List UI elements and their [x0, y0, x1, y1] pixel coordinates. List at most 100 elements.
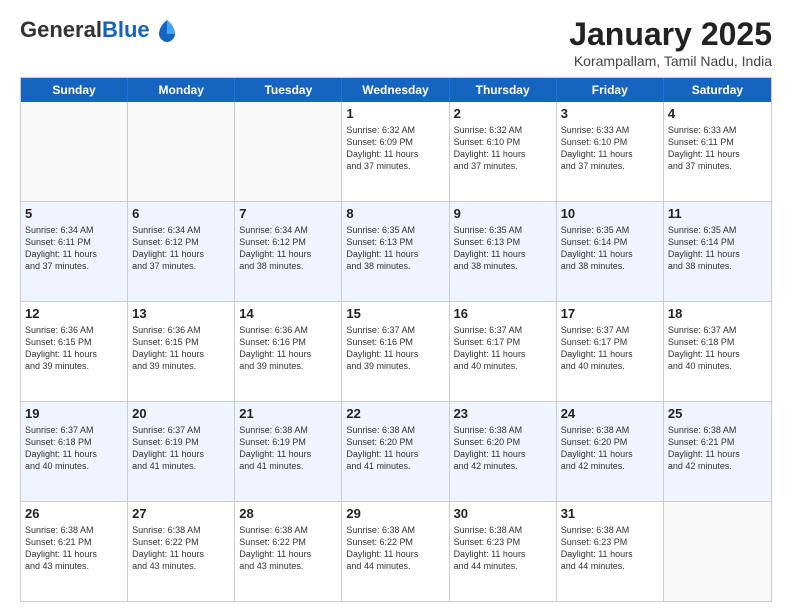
day-number: 8	[346, 205, 444, 223]
day-number: 12	[25, 305, 123, 323]
calendar-cell-day-25: 25Sunrise: 6:38 AMSunset: 6:21 PMDayligh…	[664, 402, 771, 501]
calendar-cell-day-13: 13Sunrise: 6:36 AMSunset: 6:15 PMDayligh…	[128, 302, 235, 401]
calendar-cell-day-1: 1Sunrise: 6:32 AMSunset: 6:09 PMDaylight…	[342, 102, 449, 201]
calendar-cell-empty	[128, 102, 235, 201]
calendar-cell-empty	[235, 102, 342, 201]
title-block: January 2025 Korampallam, Tamil Nadu, In…	[569, 16, 772, 69]
day-number: 29	[346, 505, 444, 523]
cell-info: Sunrise: 6:37 AMSunset: 6:18 PMDaylight:…	[25, 424, 123, 473]
cell-info: Sunrise: 6:37 AMSunset: 6:16 PMDaylight:…	[346, 324, 444, 373]
cell-info: Sunrise: 6:35 AMSunset: 6:13 PMDaylight:…	[346, 224, 444, 273]
day-number: 24	[561, 405, 659, 423]
day-number: 27	[132, 505, 230, 523]
day-number: 22	[346, 405, 444, 423]
calendar-cell-day-17: 17Sunrise: 6:37 AMSunset: 6:17 PMDayligh…	[557, 302, 664, 401]
calendar-cell-day-18: 18Sunrise: 6:37 AMSunset: 6:18 PMDayligh…	[664, 302, 771, 401]
header: GeneralBlue January 2025 Korampallam, Ta…	[20, 16, 772, 69]
header-day-sunday: Sunday	[21, 78, 128, 102]
calendar-cell-day-3: 3Sunrise: 6:33 AMSunset: 6:10 PMDaylight…	[557, 102, 664, 201]
calendar: SundayMondayTuesdayWednesdayThursdayFrid…	[20, 77, 772, 602]
cell-info: Sunrise: 6:36 AMSunset: 6:15 PMDaylight:…	[25, 324, 123, 373]
day-number: 30	[454, 505, 552, 523]
header-day-thursday: Thursday	[450, 78, 557, 102]
header-day-saturday: Saturday	[664, 78, 771, 102]
day-number: 21	[239, 405, 337, 423]
cell-info: Sunrise: 6:38 AMSunset: 6:20 PMDaylight:…	[454, 424, 552, 473]
calendar-cell-day-28: 28Sunrise: 6:38 AMSunset: 6:22 PMDayligh…	[235, 502, 342, 601]
cell-info: Sunrise: 6:38 AMSunset: 6:21 PMDaylight:…	[25, 524, 123, 573]
location-title: Korampallam, Tamil Nadu, India	[569, 53, 772, 69]
day-number: 15	[346, 305, 444, 323]
cell-info: Sunrise: 6:37 AMSunset: 6:18 PMDaylight:…	[668, 324, 767, 373]
cell-info: Sunrise: 6:32 AMSunset: 6:09 PMDaylight:…	[346, 124, 444, 173]
day-number: 31	[561, 505, 659, 523]
calendar-row: 26Sunrise: 6:38 AMSunset: 6:21 PMDayligh…	[21, 502, 771, 601]
cell-info: Sunrise: 6:34 AMSunset: 6:11 PMDaylight:…	[25, 224, 123, 273]
calendar-row: 12Sunrise: 6:36 AMSunset: 6:15 PMDayligh…	[21, 302, 771, 402]
day-number: 20	[132, 405, 230, 423]
header-day-friday: Friday	[557, 78, 664, 102]
cell-info: Sunrise: 6:36 AMSunset: 6:15 PMDaylight:…	[132, 324, 230, 373]
day-number: 25	[668, 405, 767, 423]
calendar-row: 1Sunrise: 6:32 AMSunset: 6:09 PMDaylight…	[21, 102, 771, 202]
calendar-cell-day-4: 4Sunrise: 6:33 AMSunset: 6:11 PMDaylight…	[664, 102, 771, 201]
day-number: 3	[561, 105, 659, 123]
calendar-cell-day-26: 26Sunrise: 6:38 AMSunset: 6:21 PMDayligh…	[21, 502, 128, 601]
cell-info: Sunrise: 6:37 AMSunset: 6:17 PMDaylight:…	[454, 324, 552, 373]
logo: GeneralBlue	[20, 16, 181, 44]
cell-info: Sunrise: 6:38 AMSunset: 6:22 PMDaylight:…	[346, 524, 444, 573]
day-number: 26	[25, 505, 123, 523]
calendar-cell-day-12: 12Sunrise: 6:36 AMSunset: 6:15 PMDayligh…	[21, 302, 128, 401]
cell-info: Sunrise: 6:37 AMSunset: 6:17 PMDaylight:…	[561, 324, 659, 373]
calendar-cell-day-5: 5Sunrise: 6:34 AMSunset: 6:11 PMDaylight…	[21, 202, 128, 301]
cell-info: Sunrise: 6:38 AMSunset: 6:22 PMDaylight:…	[132, 524, 230, 573]
calendar-cell-day-24: 24Sunrise: 6:38 AMSunset: 6:20 PMDayligh…	[557, 402, 664, 501]
logo-general-text: General	[20, 17, 102, 42]
calendar-header: SundayMondayTuesdayWednesdayThursdayFrid…	[21, 78, 771, 102]
header-day-tuesday: Tuesday	[235, 78, 342, 102]
cell-info: Sunrise: 6:38 AMSunset: 6:20 PMDaylight:…	[561, 424, 659, 473]
cell-info: Sunrise: 6:33 AMSunset: 6:11 PMDaylight:…	[668, 124, 767, 173]
calendar-cell-day-14: 14Sunrise: 6:36 AMSunset: 6:16 PMDayligh…	[235, 302, 342, 401]
calendar-cell-day-7: 7Sunrise: 6:34 AMSunset: 6:12 PMDaylight…	[235, 202, 342, 301]
cell-info: Sunrise: 6:34 AMSunset: 6:12 PMDaylight:…	[132, 224, 230, 273]
header-day-monday: Monday	[128, 78, 235, 102]
cell-info: Sunrise: 6:33 AMSunset: 6:10 PMDaylight:…	[561, 124, 659, 173]
calendar-cell-day-11: 11Sunrise: 6:35 AMSunset: 6:14 PMDayligh…	[664, 202, 771, 301]
calendar-cell-day-31: 31Sunrise: 6:38 AMSunset: 6:23 PMDayligh…	[557, 502, 664, 601]
calendar-cell-day-21: 21Sunrise: 6:38 AMSunset: 6:19 PMDayligh…	[235, 402, 342, 501]
calendar-cell-day-6: 6Sunrise: 6:34 AMSunset: 6:12 PMDaylight…	[128, 202, 235, 301]
cell-info: Sunrise: 6:38 AMSunset: 6:21 PMDaylight:…	[668, 424, 767, 473]
calendar-cell-day-22: 22Sunrise: 6:38 AMSunset: 6:20 PMDayligh…	[342, 402, 449, 501]
day-number: 2	[454, 105, 552, 123]
calendar-cell-day-19: 19Sunrise: 6:37 AMSunset: 6:18 PMDayligh…	[21, 402, 128, 501]
day-number: 11	[668, 205, 767, 223]
day-number: 28	[239, 505, 337, 523]
calendar-cell-day-27: 27Sunrise: 6:38 AMSunset: 6:22 PMDayligh…	[128, 502, 235, 601]
cell-info: Sunrise: 6:34 AMSunset: 6:12 PMDaylight:…	[239, 224, 337, 273]
calendar-cell-day-16: 16Sunrise: 6:37 AMSunset: 6:17 PMDayligh…	[450, 302, 557, 401]
calendar-body: 1Sunrise: 6:32 AMSunset: 6:09 PMDaylight…	[21, 102, 771, 601]
month-title: January 2025	[569, 16, 772, 53]
day-number: 16	[454, 305, 552, 323]
day-number: 6	[132, 205, 230, 223]
cell-info: Sunrise: 6:35 AMSunset: 6:13 PMDaylight:…	[454, 224, 552, 273]
calendar-cell-day-15: 15Sunrise: 6:37 AMSunset: 6:16 PMDayligh…	[342, 302, 449, 401]
day-number: 17	[561, 305, 659, 323]
calendar-row: 5Sunrise: 6:34 AMSunset: 6:11 PMDaylight…	[21, 202, 771, 302]
cell-info: Sunrise: 6:36 AMSunset: 6:16 PMDaylight:…	[239, 324, 337, 373]
header-day-wednesday: Wednesday	[342, 78, 449, 102]
day-number: 19	[25, 405, 123, 423]
calendar-cell-day-10: 10Sunrise: 6:35 AMSunset: 6:14 PMDayligh…	[557, 202, 664, 301]
calendar-cell-day-30: 30Sunrise: 6:38 AMSunset: 6:23 PMDayligh…	[450, 502, 557, 601]
calendar-cell-empty	[21, 102, 128, 201]
calendar-cell-day-20: 20Sunrise: 6:37 AMSunset: 6:19 PMDayligh…	[128, 402, 235, 501]
calendar-cell-empty	[664, 502, 771, 601]
calendar-cell-day-2: 2Sunrise: 6:32 AMSunset: 6:10 PMDaylight…	[450, 102, 557, 201]
calendar-row: 19Sunrise: 6:37 AMSunset: 6:18 PMDayligh…	[21, 402, 771, 502]
page: GeneralBlue January 2025 Korampallam, Ta…	[0, 0, 792, 612]
day-number: 9	[454, 205, 552, 223]
day-number: 23	[454, 405, 552, 423]
cell-info: Sunrise: 6:38 AMSunset: 6:20 PMDaylight:…	[346, 424, 444, 473]
day-number: 18	[668, 305, 767, 323]
